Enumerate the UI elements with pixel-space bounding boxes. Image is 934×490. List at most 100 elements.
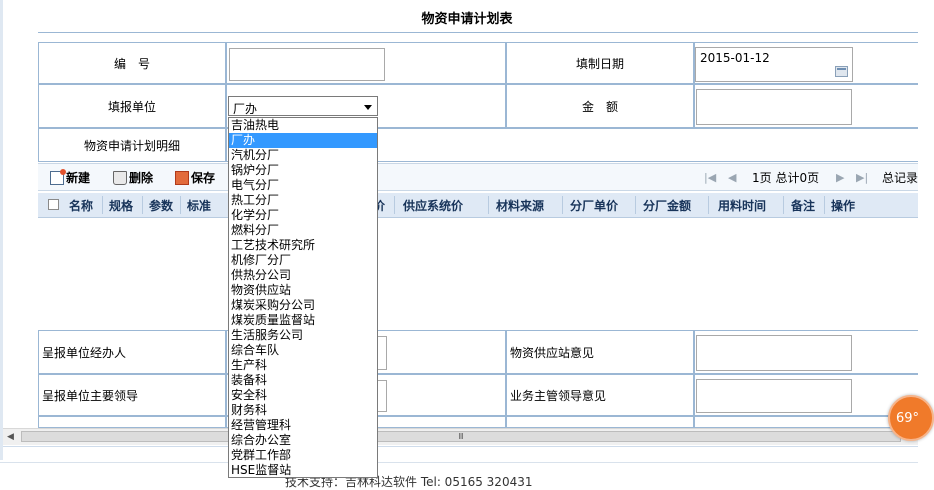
- number-input[interactable]: [229, 48, 385, 81]
- col-usage-time[interactable]: 用料时间: [718, 197, 766, 214]
- date-value: 2015-01-12: [700, 51, 770, 65]
- dropdown-option[interactable]: 党群工作部: [229, 448, 377, 463]
- number-cell: [226, 42, 506, 84]
- total-records-label: 总记录: [882, 171, 919, 185]
- dropdown-option[interactable]: 机修厂分厂: [229, 253, 377, 268]
- leader-label: 呈报单位主要领导: [38, 374, 226, 416]
- delete-button-label: 删除: [129, 171, 154, 185]
- dropdown-option[interactable]: 厂办: [229, 133, 377, 148]
- date-cell: 2015-01-12: [694, 42, 934, 84]
- grid-header: 名称 规格 参数 标准 价 供应系统价 材料来源 分厂单价 分厂金额 用料时间 …: [38, 193, 934, 218]
- dropdown-option[interactable]: 综合办公室: [229, 433, 377, 448]
- col-name[interactable]: 名称: [69, 197, 93, 214]
- calendar-icon[interactable]: [835, 66, 848, 77]
- col-divider: [180, 196, 181, 214]
- save-icon: [175, 170, 189, 185]
- date-input[interactable]: 2015-01-12: [695, 47, 853, 82]
- dropdown-option[interactable]: 安全科: [229, 388, 377, 403]
- dropdown-option[interactable]: 生产科: [229, 358, 377, 373]
- dropdown-option[interactable]: 装备科: [229, 373, 377, 388]
- col-branch-unit-price[interactable]: 分厂单价: [570, 197, 618, 214]
- chevron-down-icon[interactable]: [364, 105, 372, 110]
- prev-page-icon[interactable]: ◀: [728, 171, 736, 184]
- col-branch-amount[interactable]: 分厂金额: [643, 197, 691, 214]
- col-divider: [635, 196, 636, 214]
- left-border: [0, 0, 3, 460]
- col-divider: [562, 196, 563, 214]
- scroll-left-icon[interactable]: ◀: [7, 432, 14, 442]
- dropdown-option[interactable]: 煤炭质量监督站: [229, 313, 377, 328]
- new-button-label: 新建: [66, 171, 91, 185]
- bottom-strip: [3, 446, 918, 461]
- dropdown-option[interactable]: 热工分厂: [229, 193, 377, 208]
- col-divider: [488, 196, 489, 214]
- business-opinion-input[interactable]: [696, 379, 852, 413]
- trash-icon: [113, 170, 127, 185]
- handler-label: 呈报单位经办人: [38, 330, 226, 374]
- title-divider: [38, 32, 920, 33]
- col-standard[interactable]: 标准: [187, 197, 211, 214]
- col-operation[interactable]: 操作: [831, 197, 855, 214]
- col-remark[interactable]: 备注: [791, 197, 815, 214]
- col-param[interactable]: 参数: [149, 197, 173, 214]
- next-row-label: [38, 416, 226, 428]
- footer: 技术支持：吉林科达软件 Tel: 05165 320431: [0, 462, 934, 489]
- select-all-checkbox[interactable]: [48, 199, 59, 210]
- dropdown-option[interactable]: HSE监督站: [229, 463, 377, 477]
- dropdown-option[interactable]: 综合车队: [229, 343, 377, 358]
- col-divider: [142, 196, 143, 214]
- supply-opinion-cell: [694, 330, 934, 374]
- dropdown-option[interactable]: 锅炉分厂: [229, 163, 377, 178]
- next-row-label-2: [506, 416, 694, 428]
- amount-label: 金 额: [506, 84, 694, 128]
- page-info: 1页 总计0页: [752, 171, 820, 185]
- col-material-source[interactable]: 材料来源: [496, 197, 544, 214]
- scrollbar-thumb[interactable]: Ⅲ: [21, 431, 901, 442]
- dropdown-option[interactable]: 供热分公司: [229, 268, 377, 283]
- amount-cell: [694, 84, 934, 128]
- last-page-icon[interactable]: ▶|: [856, 171, 868, 184]
- dropdown-option[interactable]: 煤炭采购分公司: [229, 298, 377, 313]
- dropdown-option[interactable]: 工艺技术研究所: [229, 238, 377, 253]
- date-label: 填制日期: [506, 42, 694, 84]
- app-window: 物资申请计划表 编 号 填制日期 2015-01-12 填报单位 金 额 厂办 …: [0, 0, 934, 489]
- business-opinion-label: 业务主管领导意见: [506, 374, 694, 416]
- supply-opinion-label: 物资供应站意见: [506, 330, 694, 374]
- first-page-icon[interactable]: |◀: [704, 171, 716, 184]
- page-title: 物资申请计划表: [421, 12, 513, 27]
- col-divider: [708, 196, 709, 214]
- grid-body: [38, 218, 934, 328]
- delete-button[interactable]: 删除: [113, 169, 153, 186]
- amount-input[interactable]: [696, 89, 852, 125]
- dropdown-option[interactable]: 燃料分厂: [229, 223, 377, 238]
- dropdown-option[interactable]: 生活服务公司: [229, 328, 377, 343]
- detail-label: 物资申请计划明细: [38, 128, 226, 162]
- temperature-badge[interactable]: 69°: [888, 395, 934, 441]
- dropdown-option[interactable]: 汽机分厂: [229, 148, 377, 163]
- new-button[interactable]: 新建: [50, 168, 91, 186]
- grid-toolbar: 新建 删除 保存 |◀ ◀ 1页 总计0页 ▶ ▶| 总记录: [38, 163, 934, 191]
- col-divider: [394, 196, 395, 214]
- dropdown-option[interactable]: 经营管理科: [229, 418, 377, 433]
- save-button-label: 保存: [191, 171, 216, 185]
- unit-dropdown-list[interactable]: 吉油热电 厂办 汽机分厂 锅炉分厂 电气分厂 热工分厂 化学分厂 燃料分厂 工艺技术研究所 机修厂…: [228, 117, 378, 478]
- unit-select-value: 厂办: [233, 102, 258, 116]
- col-spec[interactable]: 规格: [109, 197, 133, 214]
- save-button[interactable]: 保存: [175, 169, 215, 186]
- unit-label: 填报单位: [38, 84, 226, 128]
- dropdown-option[interactable]: 物资供应站: [229, 283, 377, 298]
- dropdown-option[interactable]: 电气分厂: [229, 178, 377, 193]
- new-icon: [50, 168, 66, 185]
- dropdown-option[interactable]: 吉油热电: [229, 118, 377, 133]
- next-page-icon[interactable]: ▶: [836, 171, 844, 184]
- col-divider: [783, 196, 784, 214]
- col-divider: [102, 196, 103, 214]
- supply-opinion-input[interactable]: [696, 335, 852, 371]
- unit-select[interactable]: 厂办: [228, 96, 378, 116]
- number-label: 编 号: [38, 42, 226, 84]
- horizontal-scrollbar[interactable]: ◀ Ⅲ: [3, 428, 918, 445]
- col-divider: [824, 196, 825, 214]
- col-supply-price[interactable]: 供应系统价: [403, 197, 463, 214]
- dropdown-option[interactable]: 化学分厂: [229, 208, 377, 223]
- dropdown-option[interactable]: 财务科: [229, 403, 377, 418]
